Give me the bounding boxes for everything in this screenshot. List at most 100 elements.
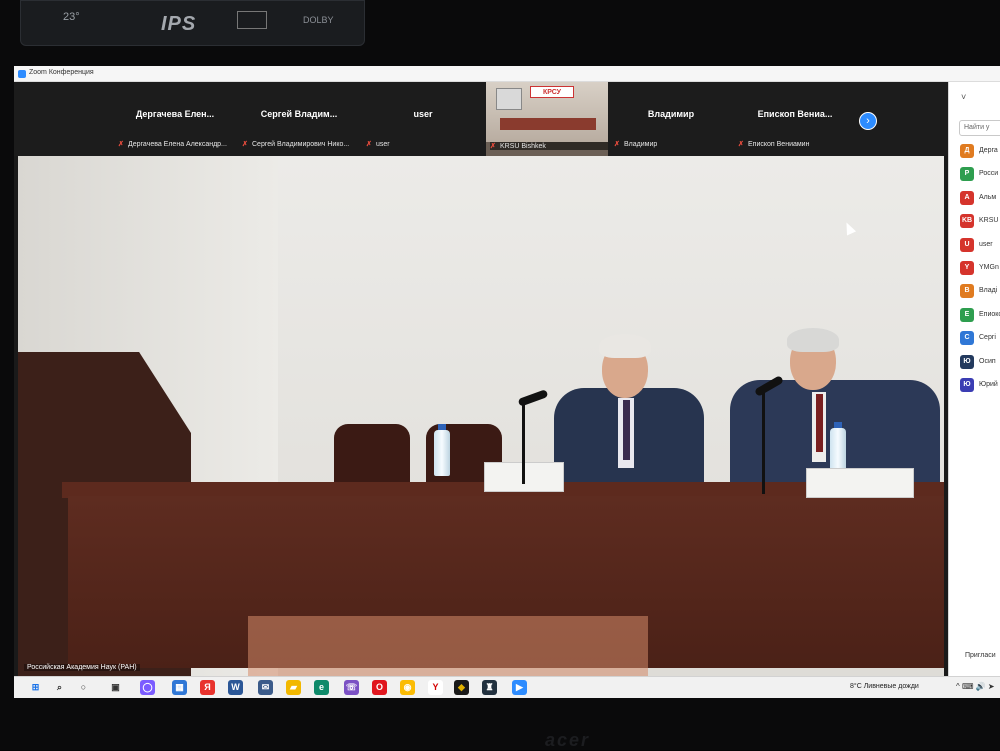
monitor-temperature: 23°: [63, 11, 80, 23]
mail-icon[interactable]: ✉: [258, 680, 273, 695]
alice-icon[interactable]: ◯: [140, 680, 155, 695]
mic-muted-icon: ✗: [118, 141, 124, 148]
participant-avatar: А: [960, 190, 974, 205]
word-icon[interactable]: W: [228, 680, 243, 695]
participant-list-item[interactable]: Y YMGn: [960, 261, 1000, 277]
participant-thumbnail[interactable]: Дергачева Елен... ✗ Дергачева Елена Алекс…: [114, 82, 236, 156]
participant-thumbnail-strip: Дергачева Елен... ✗ Дергачева Елена Алекс…: [14, 82, 948, 156]
participant-list-item[interactable]: С Сергі: [960, 331, 1000, 347]
participant-list-name: Осип: [979, 357, 996, 365]
window-title: Zoom Конференция: [29, 69, 94, 76]
krsu-banner: КРСУ: [530, 86, 574, 98]
participant-avatar: Y: [960, 261, 974, 275]
water-bottle: [434, 424, 450, 476]
search-icon[interactable]: ⌕: [52, 680, 67, 695]
monitor-display-icon: [237, 11, 267, 29]
participant-thumbnail[interactable]: Владимир ✗ Владимир: [610, 82, 732, 156]
zoom-taskbar-icon[interactable]: ▶: [512, 680, 527, 695]
participant-list-name: user: [979, 240, 993, 248]
store-icon[interactable]: ▦: [172, 680, 187, 695]
game-icon[interactable]: ♜: [482, 680, 497, 695]
participant-list-name: Владі: [979, 287, 998, 295]
cortana-icon[interactable]: ○: [76, 680, 91, 695]
participant-list-item[interactable]: А Альм: [960, 190, 1000, 207]
participant-name: Сергей Владим...: [260, 109, 338, 119]
participant-name: Епископ Вениа...: [757, 109, 833, 119]
participant-avatar: С: [960, 331, 974, 346]
participant-list-name: Сергі: [979, 334, 996, 342]
participant-label: ✗ Владимир: [614, 141, 658, 148]
participant-avatar: Е: [960, 307, 974, 322]
monitor-sticker: 23° IPS DOLBY: [20, 0, 365, 46]
participant-name: Дергачева Елен...: [135, 109, 215, 119]
mic-muted-icon: ✗: [366, 141, 372, 148]
mic-muted-icon: ✗: [242, 141, 248, 148]
participant-label: ✗ KRSU Bishkek: [490, 142, 608, 150]
participant-name: user: [413, 109, 433, 119]
microphone-stand: [762, 388, 765, 494]
folder-icon[interactable]: ▰: [286, 680, 301, 695]
edge-icon[interactable]: e: [314, 680, 329, 695]
invite-button[interactable]: Пригласи: [965, 652, 996, 659]
mic-muted-icon: ✗: [490, 143, 496, 150]
participant-label: ✗ Епископ Вениамин: [738, 141, 810, 148]
participant-avatar: В: [960, 284, 974, 299]
participant-thumbnail[interactable]: user ✗ user: [362, 82, 484, 156]
nameplate: [806, 468, 914, 498]
participant-avatar: Д: [960, 144, 974, 158]
system-tray[interactable]: ^ ⌨ 🔊 ➤: [956, 682, 995, 691]
participant-list-item[interactable]: Ю Юрий: [960, 378, 1000, 394]
screen: Zoom Конференция Дергачева Елен... ✗ Дерг…: [14, 66, 1000, 698]
zoom-meeting-area: Дергачева Елен... ✗ Дергачева Елена Алекс…: [14, 82, 948, 676]
weather-widget[interactable]: 8°C Ливневые дожди: [850, 683, 919, 690]
chevron-down-icon[interactable]: ˅: [961, 92, 966, 102]
participant-list-item[interactable]: Р Росси: [960, 167, 1000, 183]
participants-panel: ˅ Найти у Д Дерга Р Росси А Альм KB KRSU Uuser Y Y…: [948, 82, 1000, 676]
participant-label: ✗ Сергей Владимирович Нико...: [242, 141, 350, 148]
microphone-stand: [522, 404, 525, 484]
active-speaker-label: Российская Академия Наук (РАН): [24, 664, 140, 671]
yandex-icon[interactable]: Я: [200, 680, 215, 695]
participant-list-name: YMGn: [979, 264, 999, 271]
participant-list-item[interactable]: В Владі: [960, 284, 1000, 300]
participant-list-name: Росси: [979, 170, 999, 178]
participant-label: ✗ Дергачева Елена Александр...: [118, 141, 227, 148]
zoom-logo-icon: [18, 70, 26, 78]
poster-board: [496, 88, 522, 110]
task-view-icon[interactable]: ▣: [108, 680, 123, 695]
participant-list-item[interactable]: KB KRSU: [960, 214, 1000, 230]
viber-icon[interactable]: ☏: [344, 680, 359, 695]
monitor-brand-logo: acer: [545, 730, 591, 750]
zoom-titlebar: Zoom Конференция: [14, 66, 1000, 82]
windows-taskbar: ⊞ ⌕ ○ ▣ ◯ ▦ Я W ✉ ▰ e ☏ O ◉ Y ◆ ♜ ▶ 8°C …: [14, 676, 1000, 698]
participant-avatar: KB: [960, 214, 974, 229]
participant-list-name: Дерга: [979, 147, 998, 154]
participant-list-name: Альм: [979, 193, 997, 201]
participant-avatar: U: [960, 237, 974, 252]
participant-thumbnail[interactable]: Сергей Владим... ✗ Сергей Владимирович Ни…: [238, 82, 360, 156]
conference-table: [500, 118, 596, 130]
windows-start-icon[interactable]: ⊞: [28, 680, 43, 695]
chevron-right-icon[interactable]: ›: [859, 112, 877, 130]
participant-list-item[interactable]: Uuser: [960, 237, 1000, 254]
opera-icon[interactable]: O: [372, 680, 387, 695]
app-shield-icon[interactable]: ◆: [454, 680, 469, 695]
chrome-icon[interactable]: ◉: [400, 680, 415, 695]
participant-search-input[interactable]: Найти у: [959, 120, 1000, 136]
floor: [248, 616, 648, 676]
participant-video-thumbnail[interactable]: КРСУ ✗ KRSU Bishkek: [486, 82, 608, 156]
participant-name: Владимир: [647, 109, 695, 119]
monitor-dolby-label: DOLBY: [303, 15, 334, 25]
participant-list-item[interactable]: Д Дерга: [960, 144, 1000, 160]
participant-list-item[interactable]: Ю Осип: [960, 354, 1000, 371]
mic-muted-icon: ✗: [614, 141, 620, 148]
participant-list-name: KRSU: [979, 217, 999, 225]
participant-thumbnail[interactable]: Епископ Вениа... ✗ Епископ Вениамин: [734, 82, 856, 156]
participant-list-item[interactable]: Е Епиоко: [960, 307, 1000, 324]
yandex-browser-icon[interactable]: Y: [428, 680, 443, 695]
participant-avatar: Р: [960, 167, 974, 182]
participant-label: ✗ user: [366, 141, 390, 148]
active-speaker-video: Российская Академия Наук (РАН): [18, 156, 944, 676]
participant-avatar: Ю: [960, 354, 974, 369]
participant-list-name: Юрий: [979, 381, 998, 388]
